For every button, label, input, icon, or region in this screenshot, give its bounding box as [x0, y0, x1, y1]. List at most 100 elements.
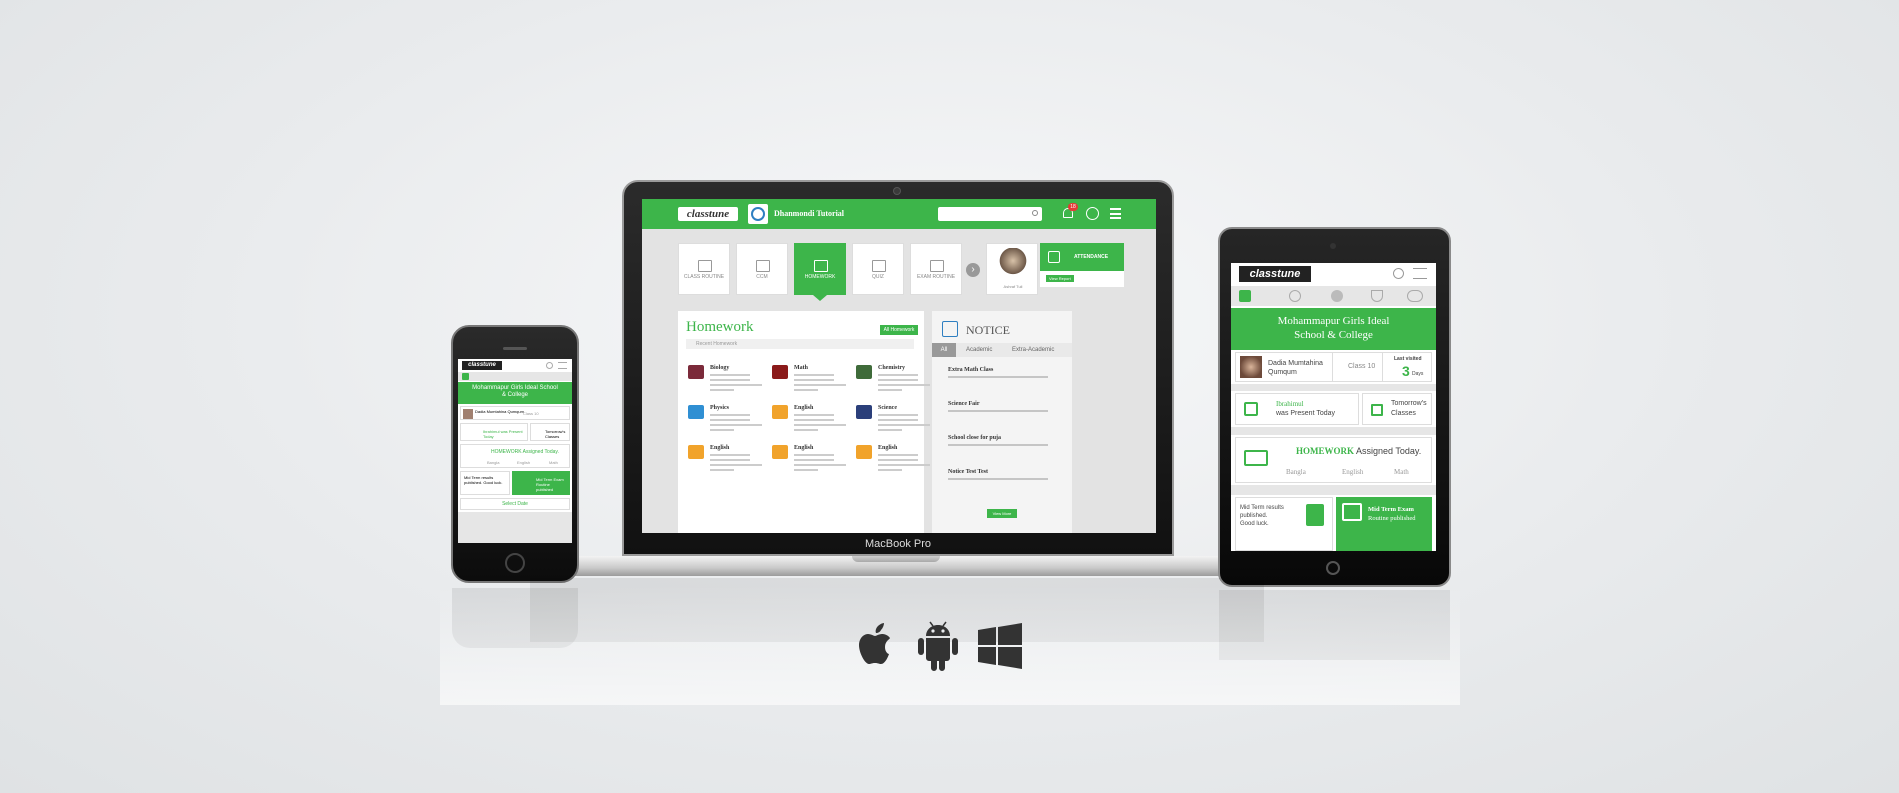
windows-icon	[978, 623, 1022, 669]
laptop-brand-label: MacBook Pro	[864, 538, 932, 550]
menu-icon[interactable]	[1413, 268, 1427, 279]
classtune-logo[interactable]: classtune	[678, 207, 738, 221]
apple-fruit-icon[interactable]	[1331, 290, 1343, 302]
phone-homework-card[interactable]: HOMEWORK Assigned Today. Bangla English …	[460, 444, 570, 468]
bell-icon[interactable]: 18	[1062, 203, 1078, 220]
subject-name: English	[794, 405, 814, 411]
phone-class: Class 10	[523, 411, 539, 416]
homework-item[interactable]: Science	[856, 405, 936, 439]
results-line: Mid Term results	[1240, 505, 1284, 511]
subject-icon	[856, 445, 872, 459]
tablet-tomorrow-card[interactable]: Tomorrow's Classes	[1362, 393, 1432, 425]
subject-name: Physics	[710, 405, 730, 411]
subject-icon	[856, 405, 872, 419]
sports-icon[interactable]	[1289, 290, 1301, 302]
phone-select-date[interactable]: Select Date	[460, 498, 570, 510]
menu-icon[interactable]	[1110, 208, 1121, 219]
attendance-name: Ibrahimul	[1276, 400, 1304, 408]
home-icon[interactable]	[462, 373, 469, 380]
trophy-icon[interactable]	[1371, 290, 1383, 302]
homework-item[interactable]: Physics	[688, 405, 768, 439]
phone-student-name: Dadia Mumtahina Qumqum	[475, 409, 524, 414]
tile-label: HOMEWORK	[804, 274, 836, 280]
theater-masks-icon[interactable]	[1407, 290, 1423, 302]
menu-icon[interactable]	[558, 362, 567, 369]
phone-subject: Math	[549, 460, 558, 465]
notice-panel: NOTICE All Academic Extra-Academic Extra…	[932, 311, 1072, 533]
notice-board-icon	[942, 321, 958, 337]
homework-item[interactable]: English	[856, 445, 936, 479]
detail-line	[794, 384, 846, 386]
detail-line	[794, 469, 818, 471]
homework-bold: HOMEWORK	[1296, 446, 1354, 456]
phone-student-card[interactable]: Dadia Mumtahina Qumqum Class 10	[460, 406, 570, 420]
results-text: Mid Term results published. Good luck.	[1240, 504, 1284, 528]
phone-tomorrow-card[interactable]: Tomorrow's Classes	[530, 423, 570, 441]
view-report-button[interactable]: View Report	[1046, 275, 1074, 282]
tablet-results-card[interactable]: Mid Term results published. Good luck.	[1235, 497, 1333, 551]
search-icon[interactable]	[1032, 210, 1038, 216]
chevron-right-icon[interactable]: ›	[966, 263, 980, 277]
avatar	[1240, 356, 1262, 378]
phone-results-card[interactable]: Mid Term results published. Good luck.	[460, 471, 510, 495]
notice-item[interactable]: Science Fair	[948, 401, 1058, 412]
subject-icon	[772, 445, 788, 459]
tile-homework[interactable]: HOMEWORK	[794, 243, 846, 295]
attendance-panel[interactable]: ATTENDANCE	[1040, 243, 1124, 271]
tablet-exam-card[interactable]: Mid Term Exam Routine published	[1336, 497, 1432, 551]
notice-tab-academic[interactable]: Academic	[966, 343, 992, 357]
search-icon[interactable]	[546, 362, 553, 369]
subject-icon	[772, 365, 788, 379]
phone-bottom-area	[458, 512, 572, 543]
attendance-footer: View Report	[1040, 271, 1124, 287]
detail-line	[878, 464, 930, 466]
notice-item[interactable]: Extra Math Class	[948, 367, 1058, 378]
tablet-subject: Math	[1394, 468, 1409, 476]
detail-line	[878, 389, 902, 391]
detail-line	[878, 414, 918, 416]
detail-line	[794, 374, 834, 376]
tablet-camera	[1330, 243, 1336, 249]
report-card-icon	[1306, 504, 1324, 526]
view-more-button[interactable]: View More	[987, 509, 1017, 518]
calendar-icon	[698, 260, 712, 272]
subject-name: English	[878, 445, 898, 451]
tile-quiz[interactable]: QUIZ	[852, 243, 904, 295]
detail-line	[794, 429, 818, 431]
notice-tab-extra-academic[interactable]: Extra-Academic	[1012, 343, 1054, 357]
search-input[interactable]	[938, 207, 1042, 221]
tomorrow-line: Tomorrow's	[1391, 400, 1427, 407]
laptop-camera	[893, 187, 901, 195]
tablet-homework-card[interactable]: HOMEWORK Assigned Today. Bangla English …	[1235, 437, 1432, 483]
homework-item[interactable]: English	[688, 445, 768, 479]
detail-line	[878, 424, 930, 426]
tile-exam-routine[interactable]: EXAM ROUTINE	[910, 243, 962, 295]
notice-tab-all[interactable]: All	[932, 343, 956, 357]
last-visited-label: Last visited	[1394, 356, 1422, 362]
homework-panel: Homework All Homework Recent Homework Bi…	[678, 311, 930, 533]
subject-name: Math	[794, 365, 808, 371]
notice-item[interactable]: School close for puja	[948, 435, 1058, 446]
notice-item[interactable]: Notice Test Test	[948, 469, 1058, 480]
tile-class-routine[interactable]: CLASS ROUTINE	[678, 243, 730, 295]
tablet-attendance-card[interactable]: Ibrahimul was Present Today	[1235, 393, 1359, 425]
all-homework-button[interactable]: All Homework	[880, 325, 918, 335]
detail-line	[794, 419, 834, 421]
subject-name: Science	[878, 405, 897, 411]
notice-item-title: Notice Test Test	[948, 469, 989, 475]
homework-item[interactable]: Biology	[688, 365, 768, 399]
subject-name: Biology	[710, 365, 730, 371]
home-icon[interactable]	[1239, 290, 1251, 302]
profile-icon[interactable]	[1086, 207, 1099, 220]
tablet-home-button[interactable]	[1326, 561, 1340, 575]
search-icon[interactable]	[1393, 268, 1404, 279]
tablet-student-card[interactable]: Dadia Mumtahina Qumqum Class 10 Last visi…	[1235, 352, 1432, 382]
homework-item[interactable]: Chemistry	[856, 365, 936, 399]
homework-item[interactable]: English	[772, 405, 852, 439]
tile-ccm[interactable]: CCM	[736, 243, 788, 295]
phone-exam-card[interactable]: Mid Term Exam Routine published	[512, 471, 570, 495]
homework-item[interactable]: Math	[772, 365, 852, 399]
homework-item[interactable]: English	[772, 445, 852, 479]
phone-attendance-card[interactable]: Ibrahimul was Present Today	[460, 423, 528, 441]
phone-home-button[interactable]	[505, 553, 525, 573]
